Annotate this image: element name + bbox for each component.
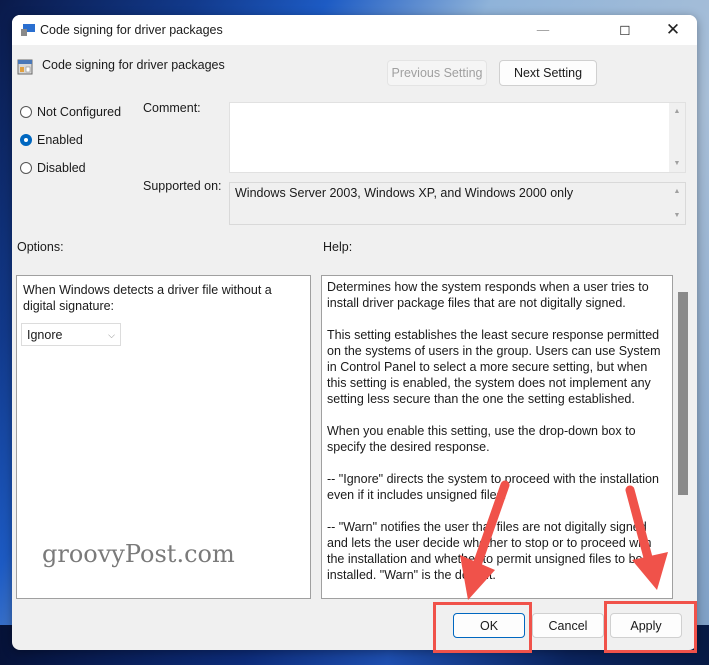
ok-highlight-box <box>433 602 532 653</box>
arrow-to-ok <box>460 480 510 600</box>
apply-highlight-box <box>604 601 697 653</box>
annotation-arrows <box>460 480 668 600</box>
arrow-to-apply <box>625 485 668 590</box>
